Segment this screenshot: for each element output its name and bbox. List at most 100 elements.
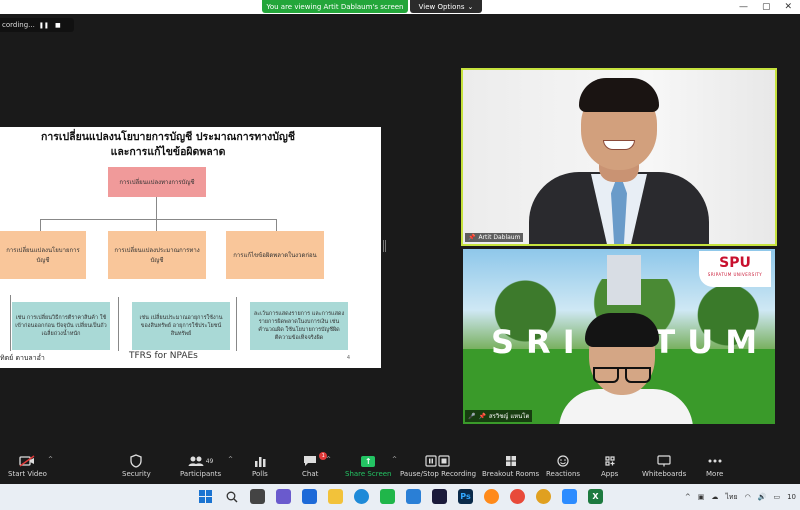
chart-mid-box-3: การแก้ไขข้อผิดพลาดในงวดก่อน xyxy=(226,231,324,279)
tray-overflow-caret[interactable]: ^ xyxy=(685,493,691,501)
breakout-rooms-label: Breakout Rooms xyxy=(482,470,540,478)
excel-icon[interactable]: X xyxy=(588,489,603,504)
participant-name: Artit Dablaum xyxy=(478,234,521,241)
view-options-label: View Options xyxy=(418,2,465,11)
dropbox-icon[interactable] xyxy=(302,489,317,504)
smiley-icon xyxy=(557,452,569,470)
participants-icon: 49 xyxy=(188,452,213,470)
pin-icon: 📌 xyxy=(468,234,476,241)
video-tile-participant[interactable]: SRIPATUM SPU SRIPATUM UNIVERSITY 🎤 📌 สรว… xyxy=(463,249,775,424)
chrome-profile-icon[interactable] xyxy=(536,489,551,504)
participant-hair xyxy=(585,313,659,347)
split-divider-handle[interactable] xyxy=(383,240,386,252)
participants-options-caret[interactable]: ^ xyxy=(228,456,233,463)
clock[interactable]: 10 xyxy=(787,493,796,501)
close-button[interactable]: ✕ xyxy=(784,2,792,12)
maximize-button[interactable]: ▢ xyxy=(762,2,771,12)
chart-mid-box-2: การเปลี่ยนแปลงประมาณการทางบัญชี xyxy=(108,231,206,279)
view-options-button[interactable]: View Options ⌄ xyxy=(410,0,482,13)
polls-label: Polls xyxy=(252,470,268,478)
viewing-banner: You are viewing Artit Dablaum's screen xyxy=(262,0,408,13)
participant-glasses xyxy=(593,367,651,383)
more-label: More xyxy=(706,470,724,478)
windows-start-icon[interactable] xyxy=(198,489,213,504)
apps-button[interactable]: Apps xyxy=(601,452,618,478)
recording-indicator: cording... ❚❚ ■ xyxy=(0,18,74,32)
pause-recording-button[interactable]: ❚❚ xyxy=(39,20,49,30)
whiteboards-button[interactable]: Whiteboards xyxy=(642,452,686,478)
connector-line xyxy=(40,219,41,231)
recording-label: cording... xyxy=(2,21,35,29)
logo-subtitle: SRIPATUM UNIVERSITY xyxy=(707,272,763,277)
share-screen-label: Share Screen xyxy=(345,470,392,478)
start-video-button[interactable]: Start Video xyxy=(8,452,47,478)
tray-app-icon[interactable]: ▣ xyxy=(698,493,705,501)
volume-icon[interactable]: 🔊 xyxy=(758,493,767,501)
polls-button[interactable]: Polls xyxy=(252,452,268,478)
share-options-caret[interactable]: ^ xyxy=(392,456,397,463)
connector-line xyxy=(156,197,157,219)
video-options-caret[interactable]: ^ xyxy=(48,456,53,463)
wifi-icon[interactable]: ◠ xyxy=(745,493,751,501)
logo-title: SPU xyxy=(719,255,751,271)
share-screen-button[interactable]: ↑ Share Screen xyxy=(345,452,392,478)
store-icon[interactable] xyxy=(432,489,447,504)
window-controls: — ▢ ✕ xyxy=(739,0,792,14)
cloud-icon[interactable]: ☁ xyxy=(711,493,718,501)
task-view-icon[interactable] xyxy=(250,489,265,504)
pin-icon: 📌 xyxy=(478,412,486,420)
participant-name-tag: 📌 Artit Dablaum xyxy=(465,233,524,242)
chrome-canary-icon[interactable] xyxy=(484,489,499,504)
battery-icon[interactable]: ▭ xyxy=(773,493,780,501)
grid-icon xyxy=(505,452,517,470)
connector-line xyxy=(276,219,277,231)
security-button[interactable]: Security xyxy=(122,452,151,478)
minimize-button[interactable]: — xyxy=(739,2,748,12)
pause-stop-recording-button[interactable]: Pause/Stop Recording xyxy=(400,452,476,478)
slide-footer-author: ทิตย์ ดาบลาอ่ำ xyxy=(0,354,45,362)
chat-options-caret[interactable]: ^ xyxy=(326,456,331,463)
slide-title: การเปลี่ยนแปลงนโยบายการบัญชี ประมาณการทา… xyxy=(0,130,336,160)
mic-muted-icon: 🎤 xyxy=(468,412,476,420)
mail-icon[interactable] xyxy=(406,489,421,504)
video-tile-active-speaker[interactable]: 📌 Artit Dablaum xyxy=(461,68,777,246)
chat-label: Chat xyxy=(302,470,319,478)
reactions-button[interactable]: Reactions xyxy=(546,452,580,478)
security-label: Security xyxy=(122,470,151,478)
line-app-icon[interactable] xyxy=(380,489,395,504)
pause-stop-icon xyxy=(425,452,451,470)
language-indicator[interactable]: ไทย xyxy=(725,492,737,503)
teams-chat-icon[interactable] xyxy=(276,489,291,504)
search-icon[interactable] xyxy=(224,489,239,504)
participants-label: Participants xyxy=(180,470,222,478)
participants-button[interactable]: 49 Participants xyxy=(180,452,221,478)
background-building xyxy=(607,255,641,305)
breakout-rooms-button[interactable]: Breakout Rooms xyxy=(482,452,539,478)
more-button[interactable]: More xyxy=(706,452,723,478)
meeting-toolbar: Start Video ^ Security 49 Participants ^… xyxy=(0,450,800,484)
chart-leaf-box-2: เช่น เปลี่ยนประมาณอายุการใช้งานของสินทรั… xyxy=(132,302,230,350)
system-tray: ^ ▣ ☁ ไทย ◠ 🔊 ▭ 10 xyxy=(685,484,796,510)
video-off-icon xyxy=(19,452,35,470)
whiteboard-icon xyxy=(657,452,671,470)
bar-chart-icon xyxy=(254,452,266,470)
participant-smile xyxy=(603,140,635,150)
zoom-icon[interactable] xyxy=(562,489,577,504)
chart-mid-box-1: การเปลี่ยนแปลงนโยบายการบัญชี xyxy=(0,231,86,279)
apps-icon xyxy=(604,452,616,470)
connector-line xyxy=(40,219,276,220)
edge-icon[interactable] xyxy=(354,489,369,504)
reactions-label: Reactions xyxy=(546,470,581,478)
participant-name: สรวิชญ์ แหนโต xyxy=(488,413,530,420)
file-explorer-icon[interactable] xyxy=(328,489,343,504)
connector-line xyxy=(156,219,157,231)
chart-root-box: การเปลี่ยนแปลงทางการบัญชี xyxy=(108,167,206,197)
chrome-icon[interactable] xyxy=(510,489,525,504)
slide-page-number: 4 xyxy=(346,355,350,361)
chevron-down-icon: ⌄ xyxy=(467,2,474,11)
whiteboards-label: Whiteboards xyxy=(642,470,687,478)
stop-recording-button[interactable]: ■ xyxy=(53,20,63,30)
chat-button[interactable]: 1 Chat xyxy=(302,452,328,478)
photoshop-icon[interactable]: Ps xyxy=(458,489,473,504)
chat-icon: 1 xyxy=(303,452,328,470)
